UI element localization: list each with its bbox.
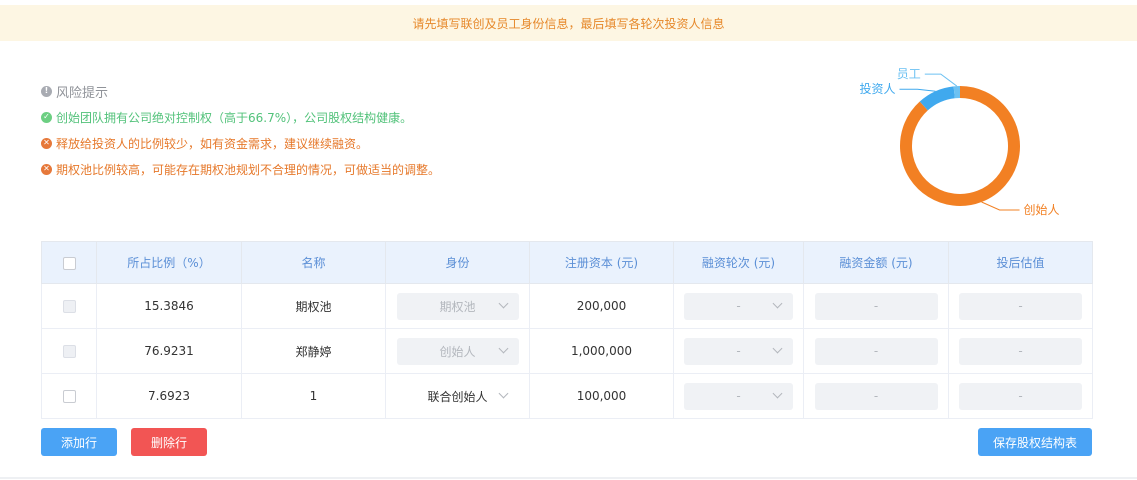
donut-label: 员工: [897, 67, 921, 81]
valuation-input[interactable]: -: [959, 382, 1082, 410]
table-row: 7.6923 1 联合创始人 100,000 - - -: [41, 373, 1093, 419]
column-header: 所占比例（%）: [96, 241, 242, 284]
chevron-down-icon: [498, 343, 508, 353]
donut-slice: [900, 86, 1020, 206]
identity-select[interactable]: 期权池: [396, 292, 519, 320]
identity-select[interactable]: 创始人: [396, 337, 519, 365]
close-circle-icon: ✕: [41, 137, 52, 149]
donut-label: 投资人: [859, 81, 895, 96]
equity-donut-chart: 创始人 投资人员工: [859, 67, 1060, 217]
select-all-checkbox[interactable]: [62, 256, 76, 270]
risk-item: ✓ 创始团队拥有公司绝对控制权（高于66.7%），公司股权结构健康。: [41, 104, 440, 130]
valuation-input[interactable]: -: [959, 292, 1082, 320]
hint-banner-text: 请先填写联创及员工身份信息，最后填写各轮次投资人信息: [412, 16, 725, 31]
round-select-value: -: [736, 344, 741, 358]
column-header: 注册资本 (元): [529, 241, 674, 284]
round-select[interactable]: -: [684, 292, 793, 320]
identity-select-value: 期权池: [439, 299, 476, 314]
capital-cell: 100,000: [529, 373, 674, 419]
chevron-down-icon: [772, 343, 783, 353]
table-row: 15.3846 期权池 期权池 200,000 - - -: [41, 283, 1093, 329]
donut-label-line: [981, 201, 1020, 211]
chevron-down-icon: [772, 298, 783, 308]
column-header: 名称: [241, 241, 386, 284]
risk-item-text: 创始团队拥有公司绝对控制权（高于66.7%），公司股权结构健康。: [56, 110, 413, 125]
round-select[interactable]: -: [684, 337, 793, 365]
add-row-button[interactable]: 添加行: [41, 428, 117, 456]
risk-title: 风险提示: [56, 85, 109, 101]
donut-slice: [919, 86, 956, 111]
amount-input[interactable]: -: [814, 382, 938, 410]
ratio-cell: 15.3846: [96, 283, 242, 329]
ratio-cell: 76.9231: [96, 328, 242, 374]
row-checkbox[interactable]: [62, 390, 76, 403]
round-select[interactable]: -: [684, 382, 793, 410]
risk-title-row: ! 风险提示: [41, 78, 440, 104]
risk-item-text: 释放给投资人的比例较少，如有资金需求，建议继续融资。: [56, 136, 369, 151]
chevron-down-icon: [498, 388, 508, 398]
row-checkbox[interactable]: [62, 345, 76, 358]
column-header: 融资金额 (元): [803, 241, 949, 284]
column-header: 融资轮次 (元): [673, 241, 804, 284]
select-all-cell: [41, 241, 97, 284]
capital-cell: 200,000: [529, 283, 674, 329]
column-header: 投后估值: [948, 241, 1093, 284]
name-cell: 期权池: [241, 283, 386, 329]
hint-banner: 请先填写联创及员工身份信息，最后填写各轮次投资人信息: [0, 5, 1137, 41]
row-checkbox[interactable]: [62, 300, 76, 313]
chevron-down-icon: [772, 388, 783, 398]
column-header: 身份: [385, 241, 530, 284]
equity-table: 所占比例（%） 名称 身份 注册资本 (元) 融资轮次 (元) 融资金额 (元)…: [41, 241, 1093, 419]
risk-item-text: 期权池比例较高，可能存在期权池规划不合理的情况，可做适当的调整。: [56, 162, 441, 177]
identity-select[interactable]: 联合创始人: [396, 382, 519, 410]
identity-select-value: 创始人: [439, 344, 476, 359]
donut-label-line: [924, 73, 958, 87]
amount-input[interactable]: -: [814, 337, 938, 365]
round-select-value: -: [736, 389, 741, 403]
table-row: 76.9231 郑静婷 创始人 1,000,000 - - -: [41, 328, 1093, 374]
check-circle-icon: ✓: [41, 111, 52, 123]
delete-row-button[interactable]: 删除行: [131, 428, 207, 456]
close-circle-icon: ✕: [41, 163, 52, 175]
divider: [0, 477, 1137, 479]
donut-label-line: [899, 88, 936, 92]
risk-item: ✕ 期权池比例较高，可能存在期权池规划不合理的情况，可做适当的调整。: [41, 156, 440, 182]
amount-input[interactable]: -: [814, 292, 938, 320]
identity-select-value: 联合创始人: [427, 389, 488, 404]
table-header-row: 所占比例（%） 名称 身份 注册资本 (元) 融资轮次 (元) 融资金额 (元)…: [41, 241, 1093, 284]
ratio-cell: 7.6923: [96, 373, 242, 419]
save-equity-table-button[interactable]: 保存股权结构表: [978, 428, 1092, 456]
risk-panel: ! 风险提示 ✓ 创始团队拥有公司绝对控制权（高于66.7%），公司股权结构健康…: [41, 78, 440, 182]
round-select-value: -: [736, 299, 741, 313]
name-cell: 郑静婷: [241, 328, 386, 374]
chevron-down-icon: [498, 298, 508, 308]
risk-item: ✕ 释放给投资人的比例较少，如有资金需求，建议继续融资。: [41, 130, 440, 156]
valuation-input[interactable]: -: [959, 337, 1082, 365]
info-icon: !: [41, 85, 52, 97]
capital-cell: 1,000,000: [529, 328, 674, 374]
name-cell: 1: [241, 373, 386, 419]
donut-label: 创始人: [1024, 203, 1060, 217]
